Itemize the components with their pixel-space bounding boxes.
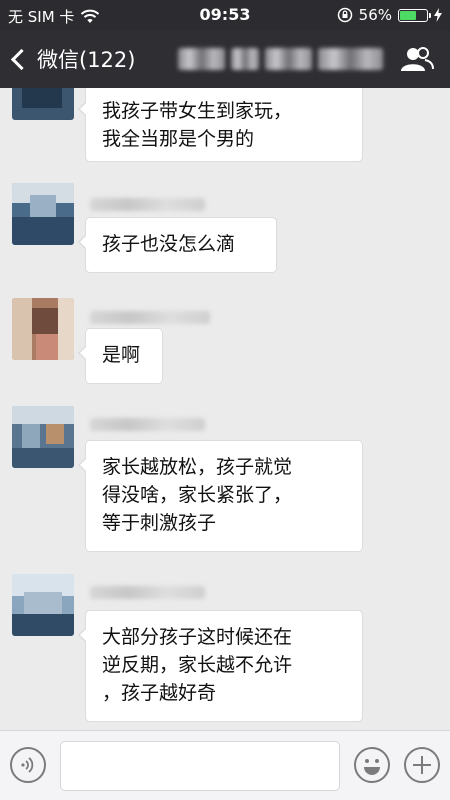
avatar[interactable] xyxy=(12,574,74,636)
sender-name-blurred xyxy=(90,311,210,324)
battery-icon xyxy=(398,8,431,22)
battery-fill xyxy=(400,10,416,20)
status-right: 56% xyxy=(337,6,442,24)
message-bubble: 大部分孩子这时候还在 逆反期，家长越不允许 ，孩子越好奇 xyxy=(78,610,363,722)
rotation-lock-icon xyxy=(337,7,352,23)
message-text: 我全当那是个男的 xyxy=(102,128,255,150)
message-bubble: 家长越放松，孩子就觉 得没啥，家长紧张了， 等于刺激孩子 xyxy=(78,440,363,552)
voice-button[interactable] xyxy=(10,747,46,783)
chat-title-blurred xyxy=(178,48,383,70)
sender-name-blurred xyxy=(90,586,205,599)
message-list[interactable]: 我孩子带女生到家玩， 我全当那是个男的 孩子也没怎么滴 是啊 家长越放松，孩子就… xyxy=(0,88,450,730)
message-input[interactable] xyxy=(60,741,340,791)
message-text: 等于刺激孩子 xyxy=(102,512,217,534)
chevron-left-icon xyxy=(10,48,33,70)
emoji-button[interactable] xyxy=(354,747,390,783)
status-bar: 无 SIM 卡 09:53 56% xyxy=(0,0,450,30)
more-button[interactable] xyxy=(404,747,440,783)
message-text: 大部分孩子这时候还在 xyxy=(102,626,293,648)
back-label: 微信(122) xyxy=(37,48,136,72)
back-button[interactable]: 微信(122) xyxy=(10,44,135,74)
bolt-icon xyxy=(434,8,442,22)
message-text: 孩子也没怎么滴 xyxy=(102,233,236,255)
chat-header: 微信(122) xyxy=(0,30,450,88)
message-text: ，孩子越好奇 xyxy=(102,682,217,704)
battery-percent: 56% xyxy=(358,6,392,24)
message-text: 逆反期，家长越不允许 xyxy=(102,654,293,676)
message-text: 得没啥，家长紧张了， xyxy=(102,484,293,506)
avatar[interactable] xyxy=(12,183,74,245)
message-bubble: 孩子也没怎么滴 xyxy=(78,217,277,273)
voice-icon xyxy=(21,757,34,773)
avatar[interactable] xyxy=(12,406,74,468)
avatar[interactable] xyxy=(12,298,74,360)
message-text: 我孩子带女生到家玩， xyxy=(102,100,293,122)
avatar[interactable] xyxy=(12,88,74,120)
input-bar xyxy=(0,730,450,800)
sender-name-blurred xyxy=(90,198,205,211)
message-bubble: 是啊 xyxy=(78,328,163,384)
plus-icon xyxy=(413,756,431,774)
message-bubble: 我孩子带女生到家玩， 我全当那是个男的 xyxy=(78,88,363,162)
group-members-icon[interactable] xyxy=(400,46,434,72)
emoji-icon xyxy=(364,759,380,775)
message-text: 家长越放松，孩子就觉 xyxy=(102,456,293,478)
sender-name-blurred xyxy=(90,418,205,431)
message-text: 是啊 xyxy=(102,344,141,366)
